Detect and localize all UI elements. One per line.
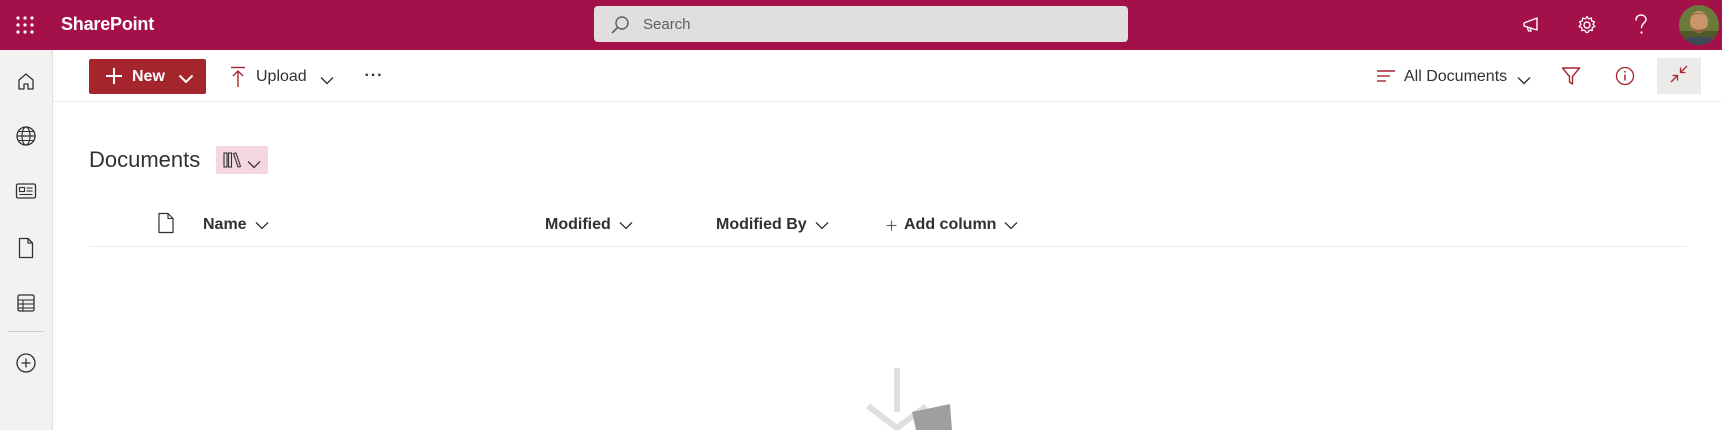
nav-divider <box>8 331 44 332</box>
collapse-button[interactable] <box>1657 58 1701 94</box>
filter-icon[interactable] <box>1558 63 1584 89</box>
add-circle-icon[interactable] <box>0 339 52 387</box>
chevron-down-icon <box>1517 72 1531 90</box>
column-name[interactable]: Name <box>203 213 269 237</box>
user-avatar[interactable] <box>1679 5 1719 45</box>
chevron-down-icon <box>815 221 829 229</box>
list-icon[interactable] <box>0 279 52 327</box>
new-button-label: New <box>132 68 165 85</box>
column-modified-by-label: Modified By <box>716 216 807 233</box>
new-button[interactable]: New <box>89 59 206 94</box>
info-icon[interactable] <box>1612 63 1638 89</box>
add-column-button[interactable]: Add column <box>886 213 1018 237</box>
more-options-button[interactable]: ··· <box>358 59 390 93</box>
command-bar: New Upload ··· All Documents <box>53 50 1722 102</box>
search-icon <box>610 15 630 35</box>
plus-icon <box>886 220 897 230</box>
chevron-down-icon <box>247 156 261 174</box>
home-icon[interactable] <box>0 57 52 105</box>
plus-icon <box>105 67 123 90</box>
chevron-down-icon <box>1004 221 1018 229</box>
chevron-down-icon <box>178 71 194 89</box>
library-title: Documents <box>89 147 201 172</box>
left-nav <box>0 50 53 430</box>
help-icon[interactable] <box>1617 0 1665 50</box>
document-icon[interactable] <box>0 224 52 272</box>
chevron-down-icon <box>320 72 334 90</box>
file-type-icon[interactable] <box>157 212 175 239</box>
library-switcher-button[interactable] <box>216 146 268 174</box>
view-label: All Documents <box>1404 68 1508 85</box>
column-name-label: Name <box>203 216 247 233</box>
column-header-row: Name Modified Modified By Add column <box>89 203 1687 247</box>
waffle-icon[interactable] <box>0 0 50 50</box>
empty-folder-illustration <box>860 368 960 432</box>
chevron-down-icon <box>619 221 633 229</box>
view-switcher[interactable]: All Documents <box>1376 59 1536 93</box>
library-icon <box>223 152 243 173</box>
app-title[interactable]: SharePoint <box>61 0 154 50</box>
collapse-icon <box>1670 65 1688 88</box>
upload-button[interactable]: Upload <box>229 59 339 93</box>
column-modified-label: Modified <box>545 216 611 233</box>
upload-icon <box>229 66 247 93</box>
gear-icon[interactable] <box>1563 0 1611 50</box>
column-modified-by[interactable]: Modified By <box>716 213 829 237</box>
search-box[interactable] <box>594 6 1128 42</box>
upload-label: Upload <box>256 68 307 85</box>
globe-icon[interactable] <box>0 112 52 160</box>
megaphone-icon[interactable] <box>1508 0 1556 50</box>
view-lines-icon <box>1376 68 1396 89</box>
column-modified[interactable]: Modified <box>545 213 633 237</box>
suite-bar: SharePoint <box>0 0 1722 50</box>
news-icon[interactable] <box>0 167 52 215</box>
add-column-label: Add column <box>904 216 997 233</box>
search-input[interactable] <box>643 6 1113 42</box>
chevron-down-icon <box>255 221 269 229</box>
